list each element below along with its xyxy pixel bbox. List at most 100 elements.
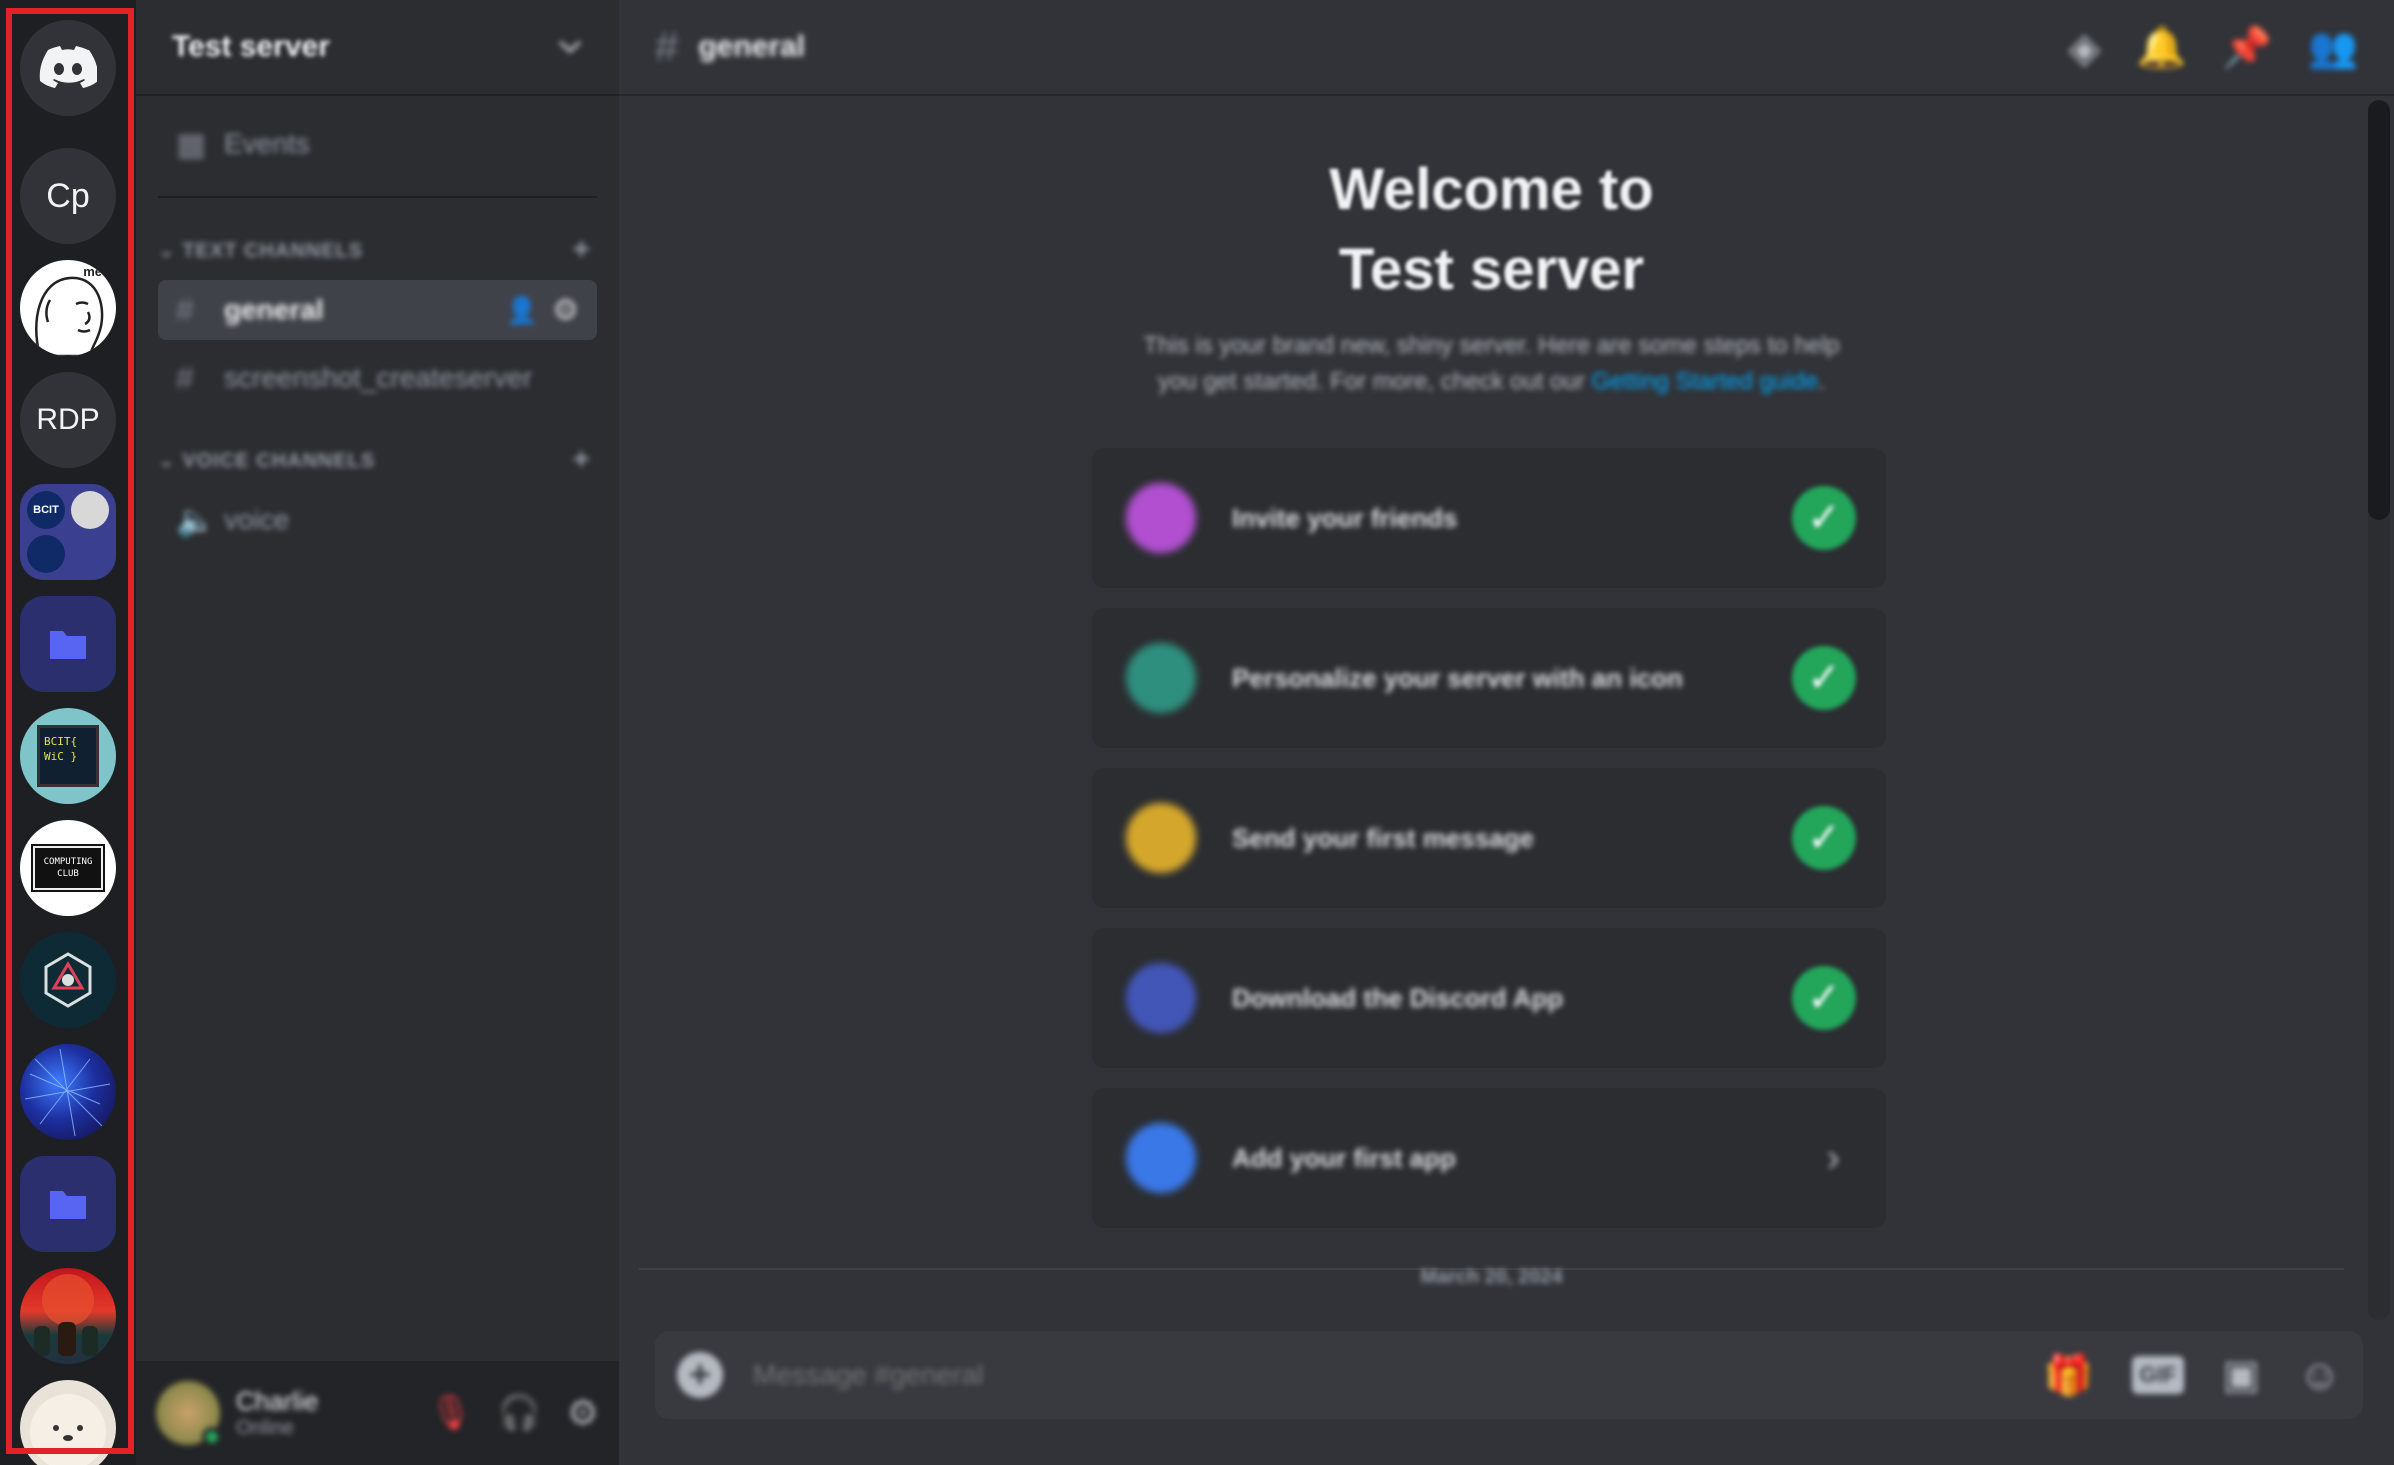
server-fluffy[interactable] <box>20 1380 116 1465</box>
server-red-moon[interactable] <box>20 1268 116 1364</box>
welcome-title-line1: Welcome to <box>1329 157 1654 222</box>
server-meme[interactable]: me <box>20 260 116 356</box>
avatar[interactable] <box>156 1381 222 1447</box>
welcome-subtitle-line1: This is your brand new, shiny server. He… <box>1143 332 1840 359</box>
welcome-title-line2: Test server <box>1338 237 1645 302</box>
member-list-icon[interactable]: 👥 <box>2308 24 2358 71</box>
status-dot <box>202 1427 222 1447</box>
server-network[interactable] <box>20 1044 116 1140</box>
hashtag-icon: # <box>176 359 194 396</box>
server-bcit-wic[interactable]: BCIT{ WiC } <box>20 708 116 804</box>
invite-member-icon[interactable]: 👤 <box>506 295 538 326</box>
headphones-icon[interactable]: 🎧 <box>498 1393 540 1433</box>
bcit-group-icon: BCIT <box>27 491 109 573</box>
bcit-wic-icon: BCIT{ WiC } <box>37 725 99 787</box>
server-bcit-folder[interactable]: BCIT <box>20 484 116 580</box>
server-name: Test server <box>172 30 330 63</box>
scrollbar[interactable] <box>2368 100 2390 1320</box>
person-mini-icon <box>71 491 109 529</box>
checklist-card-add-app[interactable]: Add your first app › <box>1092 1088 1886 1228</box>
category-chevron-icon: ⌄ <box>158 449 183 472</box>
bcit-cst-mini-icon <box>27 535 65 573</box>
chat-area: # general ◈ 🔔 📌 👥 Welcome to Test server… <box>619 0 2394 1465</box>
channel-voice[interactable]: 🔈 voice <box>158 490 597 550</box>
events-item[interactable]: ▦ Events <box>158 114 597 174</box>
folder-icon <box>50 631 86 659</box>
channel-screenshot-label: screenshot_createserver <box>224 362 533 393</box>
threads-icon[interactable]: ◈ <box>2068 23 2100 72</box>
checklist-card-invite[interactable]: Invite your friends ✓ <box>1092 448 1886 588</box>
user-settings-gear-icon[interactable]: ⚙ <box>567 1392 599 1434</box>
pin-icon[interactable]: 📌 <box>2222 24 2272 71</box>
invite-friends-icon <box>1126 483 1196 553</box>
hexagon-logo-icon <box>44 952 92 1008</box>
server-hexagon[interactable] <box>20 932 116 1028</box>
server-computing-club[interactable]: COMPUTING CLUB <box>20 820 116 916</box>
user-status: Online <box>236 1417 294 1439</box>
message-input[interactable] <box>753 1359 2020 1391</box>
getting-started-link[interactable]: Getting Started guide <box>1592 368 1819 395</box>
checklist-label: Add your first app <box>1232 1142 1456 1173</box>
discord-logo-icon <box>39 46 97 88</box>
checklist-card-personalize[interactable]: Personalize your server with an icon ✓ <box>1092 608 1886 748</box>
download-app-icon <box>1126 963 1196 1033</box>
checklist-label: Invite your friends <box>1232 502 1458 533</box>
checklist-label: Personalize your server with an icon <box>1232 662 1683 693</box>
channel-screenshot-createserver[interactable]: # screenshot_createserver <box>158 348 597 408</box>
add-voice-channel-icon[interactable]: + <box>572 443 591 477</box>
hashtag-icon: # <box>655 23 679 70</box>
voice-channels-category[interactable]: ⌄ VOICE CHANNELS + <box>158 438 597 482</box>
add-app-icon <box>1126 1123 1196 1193</box>
server-rail: Cp me RDP BCIT BCIT{ WiC } COMPUTING CLU… <box>0 0 136 1465</box>
hashtag-icon: # <box>176 291 194 328</box>
gif-icon[interactable]: GIF <box>2131 1356 2185 1394</box>
welcome-subtitle: This is your brand new, shiny server. He… <box>619 328 2364 400</box>
channel-voice-label: voice <box>224 504 290 535</box>
mute-mic-icon[interactable]: 🎙 <box>429 1393 472 1433</box>
message-icon <box>1126 803 1196 873</box>
chat-header: # general ◈ 🔔 📌 👥 <box>619 0 2394 96</box>
add-text-channel-icon[interactable]: + <box>572 233 591 267</box>
server-folder-1[interactable] <box>20 596 116 692</box>
emoji-icon[interactable]: ☺ <box>2298 1351 2341 1399</box>
folder-icon <box>50 1191 86 1219</box>
user-panel: Charlie Online 🎙 🎧 ⚙ <box>136 1361 619 1465</box>
add-attachment-icon[interactable]: + <box>677 1352 723 1398</box>
welcome-section: Welcome to Test server This is your bran… <box>619 150 2364 400</box>
checklist-card-first-message[interactable]: Send your first message ✓ <box>1092 768 1886 908</box>
date-divider-label: March 20, 2024 <box>1420 1266 1563 1288</box>
server-header[interactable]: Test server <box>136 0 619 96</box>
checklist-label: Download the Discord App <box>1232 982 1564 1013</box>
text-category-label: TEXT CHANNELS <box>182 239 364 262</box>
bcit-mini-icon: BCIT <box>27 491 65 529</box>
checklist-label: Send your first message <box>1232 822 1534 853</box>
meme-badge: me <box>83 264 102 279</box>
sticker-icon[interactable]: ▣ <box>2222 1352 2260 1398</box>
text-channels-category[interactable]: ⌄ TEXT CHANNELS + <box>158 228 597 272</box>
bell-icon[interactable]: 🔔 <box>2137 24 2187 71</box>
checklist-card-download[interactable]: Download the Discord App ✓ <box>1092 928 1886 1068</box>
category-chevron-icon: ⌄ <box>158 239 183 262</box>
network-art-icon <box>24 1048 111 1137</box>
speaker-icon: 🔈 <box>176 502 216 538</box>
chevron-down-icon <box>558 40 582 54</box>
gear-icon[interactable]: ⚙ <box>552 293 579 328</box>
welcome-subtitle-line2: you get started. For more, check out our <box>1157 368 1585 395</box>
gift-icon[interactable]: 🎁 <box>2044 1352 2094 1399</box>
check-icon: ✓ <box>1792 806 1856 870</box>
channel-general[interactable]: # general 👤 ⚙ <box>158 280 597 340</box>
username: Charlie <box>236 1386 319 1416</box>
scrollbar-thumb[interactable] <box>2368 100 2390 520</box>
calendar-icon: ▦ <box>176 126 207 162</box>
server-cp-label: Cp <box>46 176 90 215</box>
server-cp[interactable]: Cp <box>20 148 116 244</box>
server-rdp[interactable]: RDP <box>20 372 116 468</box>
check-icon: ✓ <box>1792 646 1856 710</box>
voice-category-label: VOICE CHANNELS <box>182 449 376 472</box>
channel-sidebar: Test server ▦ Events ⌄ TEXT CHANNELS + #… <box>136 0 619 1465</box>
home-button[interactable] <box>20 20 116 116</box>
personalize-icon <box>1126 643 1196 713</box>
server-folder-2[interactable] <box>20 1156 116 1252</box>
events-label: Events <box>224 128 310 159</box>
check-icon: ✓ <box>1792 966 1856 1030</box>
